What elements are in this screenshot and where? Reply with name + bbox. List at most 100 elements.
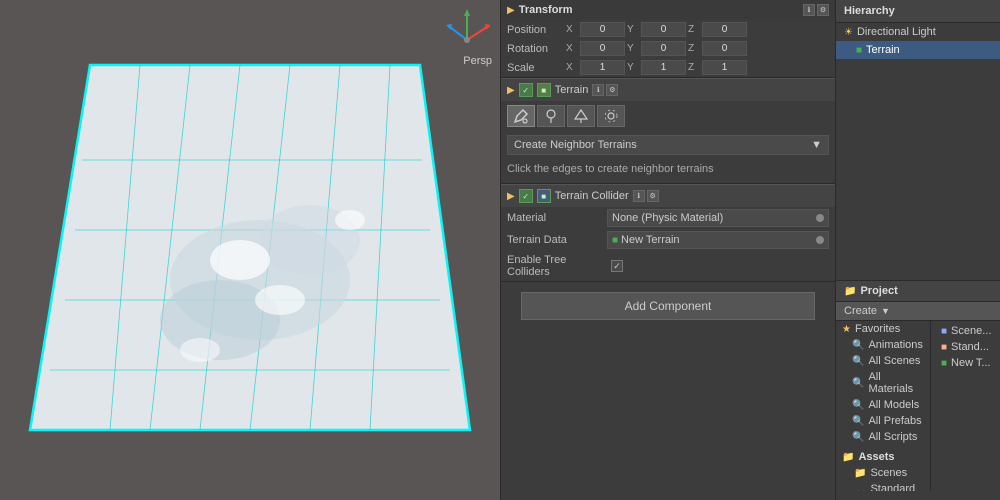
new-terrain-file-icon: ■ [941, 358, 947, 369]
favorites-scripts[interactable]: 🔍 All Scripts [836, 429, 930, 445]
favorites-models[interactable]: 🔍 All Models [836, 397, 930, 413]
create-arrow-icon: ▼ [881, 306, 890, 316]
scene-file-icon: ■ [941, 326, 947, 337]
terrain-data-label: Terrain Data [507, 234, 607, 246]
transform-section: ▶ Transform ℹ ⚙ Position X Y Z [501, 0, 835, 78]
terrain-check-icon: ✓ [519, 83, 533, 97]
rotation-label: Rotation [507, 43, 562, 55]
standard-folder-icon: 📁 [854, 490, 866, 492]
hierarchy-item-terrain[interactable]: ■ Terrain [836, 41, 1000, 59]
terrain-tab-settings[interactable] [597, 105, 625, 127]
position-label: Position [507, 24, 562, 36]
position-y[interactable] [641, 22, 686, 37]
scenes-folder-icon: 📁 [854, 468, 866, 479]
dropdown-arrow-icon: ▼ [811, 139, 822, 151]
inspector-panel: ▶ Transform ℹ ⚙ Position X Y Z [500, 0, 835, 500]
scale-z[interactable] [702, 60, 747, 75]
terrain-section: ▶ ✓ ■ Terrain ℹ ⚙ [501, 78, 835, 184]
create-button[interactable]: Create ▼ [836, 302, 1000, 321]
position-z[interactable] [702, 22, 747, 37]
collider-icon2[interactable]: ⚙ [647, 190, 659, 202]
terrain-title: Terrain [555, 84, 589, 96]
collider-icon1[interactable]: ℹ [633, 190, 645, 202]
enable-tree-label: Enable Tree Colliders [507, 254, 607, 278]
star-icon: ★ [842, 324, 851, 335]
favorites-header[interactable]: ★ Favorites [836, 321, 930, 337]
right-item-new-terrain[interactable]: ■ New T... [935, 355, 997, 371]
scale-row: Scale X Y Z [501, 58, 835, 77]
search-prefabs-icon: 🔍 [852, 416, 864, 427]
assets-scenes[interactable]: 📁 Scenes [836, 465, 930, 481]
position-row: Position X Y Z [501, 20, 835, 39]
rotation-x[interactable] [580, 41, 625, 56]
scale-y[interactable] [641, 60, 686, 75]
terrain-data-row: Terrain Data ■ New Terrain [501, 229, 835, 251]
rotation-z[interactable] [702, 41, 747, 56]
transform-icon1[interactable]: ℹ [803, 4, 815, 16]
terrain-tabs [501, 101, 835, 131]
terrain-list-icon: ■ [856, 45, 862, 56]
transform-title: Transform [519, 4, 799, 16]
scene-view[interactable]: Persp [0, 0, 500, 500]
project-header: 📁 Project [836, 281, 1000, 302]
material-row: Material None (Physic Material) [501, 207, 835, 229]
rotation-row: Rotation X Y Z [501, 39, 835, 58]
favorites-animations[interactable]: 🔍 Animations [836, 337, 930, 353]
favorites-materials[interactable]: 🔍 All Materials [836, 369, 930, 397]
assets-header[interactable]: 📁 Assets [836, 449, 930, 465]
favorites-prefabs[interactable]: 🔍 All Prefabs [836, 413, 930, 429]
collider-title: Terrain Collider [555, 190, 629, 202]
standard-file-icon: ■ [941, 342, 947, 353]
neighbor-hint: Click the edges to create neighbor terra… [501, 159, 835, 183]
terrain-data-dot[interactable] [816, 236, 824, 244]
project-title: Project [860, 285, 897, 297]
folder-icon: 📁 [844, 286, 856, 297]
material-dot[interactable] [816, 214, 824, 222]
assets-folder-icon: 📁 [842, 452, 854, 463]
neighbor-dropdown-label: Create Neighbor Terrains [514, 139, 637, 151]
terrain-data-value: New Terrain [621, 234, 680, 246]
transform-icon2[interactable]: ⚙ [817, 4, 829, 16]
terrain-tab-paint[interactable] [507, 105, 535, 127]
terrain-data-icon: ■ [612, 235, 618, 246]
rotation-y[interactable] [641, 41, 686, 56]
project-right-panel: ■ Scene... ■ Stand... ■ New T... [931, 321, 1000, 491]
search-scripts-icon: 🔍 [852, 432, 864, 443]
hierarchy-panel: Hierarchy ☀ Directional Light ■ Terrain [836, 0, 1000, 280]
terrain-collider-section: ▶ ✓ ■ Terrain Collider ℹ ⚙ Material None… [501, 184, 835, 282]
search-models-icon: 🔍 [852, 400, 864, 411]
collider-check-icon: ✓ [519, 189, 533, 203]
hierarchy-header: Hierarchy [836, 0, 1000, 23]
scale-label: Scale [507, 62, 562, 74]
light-icon: ☀ [844, 27, 853, 38]
terrain-tab-trees[interactable] [567, 105, 595, 127]
project-panel: 📁 Project Create ▼ ★ Favorites 🔍 Animati… [836, 280, 1000, 500]
right-item-standard[interactable]: ■ Stand... [935, 339, 997, 355]
search-scenes-icon: 🔍 [852, 356, 864, 367]
material-label: Material [507, 212, 607, 224]
assets-standard[interactable]: 📁 Standard A [836, 481, 930, 491]
terrain-icon2[interactable]: ⚙ [606, 84, 618, 96]
persp-label: Persp [463, 55, 492, 67]
material-value: None (Physic Material) [612, 212, 723, 224]
terrain-icon1[interactable]: ℹ [592, 84, 604, 96]
terrain-type-icon: ■ [537, 83, 551, 97]
scale-x[interactable] [580, 60, 625, 75]
terrain-header[interactable]: ▶ ✓ ■ Terrain ℹ ⚙ [501, 78, 835, 101]
collider-type-icon: ■ [537, 189, 551, 203]
enable-tree-checkbox[interactable]: ✓ [611, 260, 623, 272]
right-item-scene[interactable]: ■ Scene... [935, 323, 997, 339]
terrain-tab-foliage[interactable] [537, 105, 565, 127]
neighbor-terrain-section: Create Neighbor Terrains ▼ [501, 131, 835, 159]
hierarchy-item-directional-light[interactable]: ☀ Directional Light [836, 23, 1000, 41]
search-anim-icon: 🔍 [852, 340, 864, 351]
create-label: Create [844, 305, 877, 317]
transform-header[interactable]: ▶ Transform ℹ ⚙ [501, 0, 835, 20]
collider-header[interactable]: ▶ ✓ ■ Terrain Collider ℹ ⚙ [501, 184, 835, 207]
enable-tree-colliders-row: Enable Tree Colliders ✓ [501, 251, 835, 281]
position-x[interactable] [580, 22, 625, 37]
search-mat-icon: 🔍 [852, 378, 864, 389]
create-neighbor-dropdown[interactable]: Create Neighbor Terrains ▼ [507, 135, 829, 155]
add-component-button[interactable]: Add Component [521, 292, 815, 320]
favorites-scenes[interactable]: 🔍 All Scenes [836, 353, 930, 369]
